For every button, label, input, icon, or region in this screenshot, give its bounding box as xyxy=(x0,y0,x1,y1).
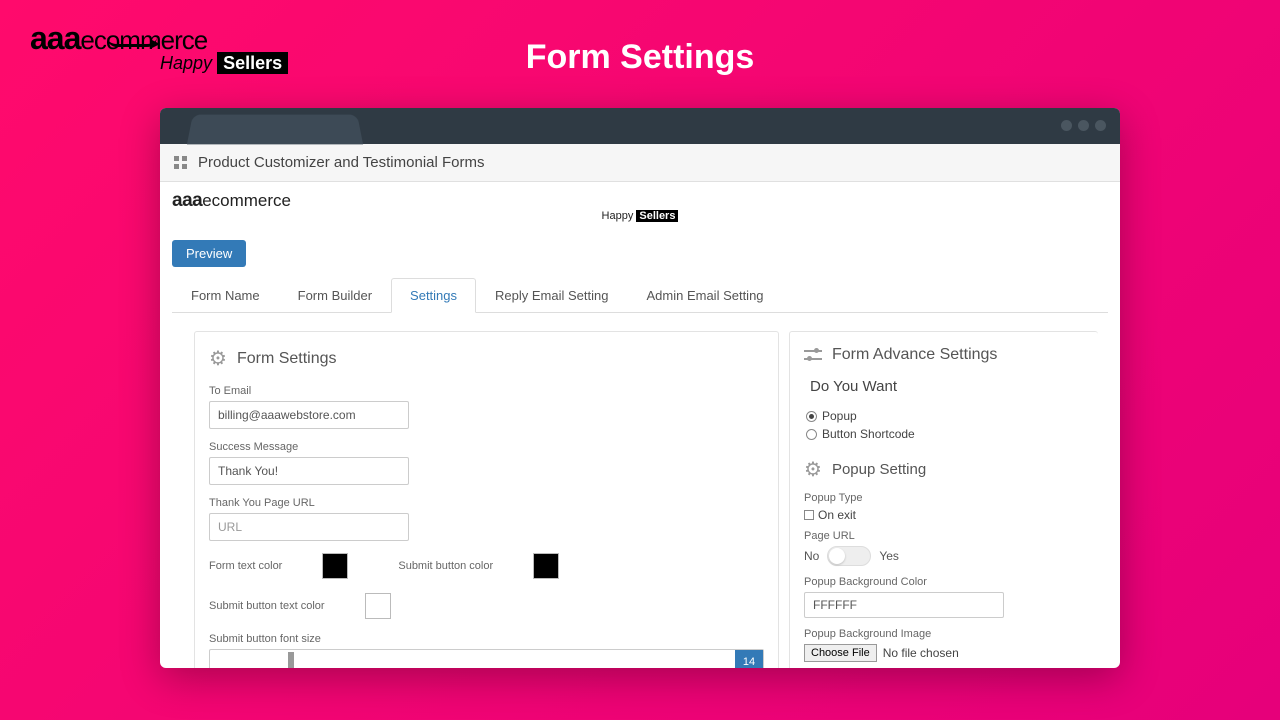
tab-admin-email[interactable]: Admin Email Setting xyxy=(627,278,782,313)
form-settings-title: Form Settings xyxy=(237,350,337,368)
popup-type-label: Popup Type xyxy=(804,492,1092,504)
browser-tab[interactable] xyxy=(187,115,363,145)
popup-bg-color-label: Popup Background Color xyxy=(804,576,1092,588)
success-message-input[interactable] xyxy=(209,457,409,485)
form-text-color-swatch[interactable] xyxy=(322,553,348,579)
preview-button[interactable]: Preview xyxy=(172,240,246,267)
window-controls[interactable] xyxy=(1061,120,1106,131)
popup-bg-image-label: Popup Background Image xyxy=(804,628,1092,640)
radio-shortcode[interactable]: Button Shortcode xyxy=(806,427,1092,441)
to-email-input[interactable] xyxy=(209,401,409,429)
advance-settings-panel: Form Advance Settings Do You Want Popup … xyxy=(789,331,1098,668)
submit-text-color-swatch[interactable] xyxy=(365,593,391,619)
form-settings-panel: ⚙ Form Settings To Email Success Message… xyxy=(194,331,779,668)
form-text-color-label: Form text color xyxy=(209,560,282,572)
font-size-slider[interactable]: 14 xyxy=(209,649,764,668)
app-grid-icon xyxy=(174,156,188,170)
smile-icon xyxy=(107,37,157,47)
inner-brand-logo: aaaecommerce Happy Sellers xyxy=(172,190,1108,222)
font-size-value: 14 xyxy=(735,650,763,668)
browser-window: Product Customizer and Testimonial Forms… xyxy=(160,108,1120,668)
toggle-yes-label: Yes xyxy=(879,549,899,563)
toggle-no-label: No xyxy=(804,549,819,563)
app-title: Product Customizer and Testimonial Forms xyxy=(198,154,485,171)
page-url-toggle[interactable] xyxy=(827,546,871,566)
success-message-label: Success Message xyxy=(209,441,764,453)
radio-popup[interactable]: Popup xyxy=(806,409,1092,423)
to-email-label: To Email xyxy=(209,385,764,397)
app-header: Product Customizer and Testimonial Forms xyxy=(160,144,1120,182)
checkbox-icon xyxy=(804,510,814,520)
thankyou-url-input[interactable] xyxy=(209,513,409,541)
sliders-icon xyxy=(804,348,822,362)
thankyou-url-label: Thank You Page URL xyxy=(209,497,764,509)
brand-logo: aaaecommerce Happy Sellers xyxy=(30,20,288,74)
radio-icon xyxy=(806,411,817,422)
gear-icon: ⚙ xyxy=(209,346,227,371)
slider-handle[interactable] xyxy=(288,652,294,668)
tab-reply-email[interactable]: Reply Email Setting xyxy=(476,278,627,313)
popup-bg-color-input[interactable] xyxy=(804,592,1004,618)
on-exit-checkbox[interactable]: On exit xyxy=(804,508,1092,522)
tab-settings[interactable]: Settings xyxy=(391,278,476,313)
submit-button-color-label: Submit button color xyxy=(398,560,493,572)
logo-sellers: Sellers xyxy=(217,52,288,74)
file-status-text: No file chosen xyxy=(883,646,959,660)
choose-file-button[interactable]: Choose File xyxy=(804,644,877,662)
popup-setting-title: Popup Setting xyxy=(832,461,926,478)
page-url-label: Page URL xyxy=(804,530,1092,542)
tab-form-builder[interactable]: Form Builder xyxy=(279,278,391,313)
tab-bar: Form Name Form Builder Settings Reply Em… xyxy=(172,277,1108,313)
page-title: Form Settings xyxy=(526,38,755,77)
gear-icon: ⚙ xyxy=(804,457,822,482)
submit-text-color-label: Submit button text color xyxy=(209,600,325,612)
font-size-label: Submit button font size xyxy=(209,633,764,645)
logo-happy: Happy xyxy=(160,53,212,73)
do-you-want-heading: Do You Want xyxy=(810,378,1092,395)
tab-form-name[interactable]: Form Name xyxy=(172,278,279,313)
browser-titlebar xyxy=(160,108,1120,144)
submit-button-color-swatch[interactable] xyxy=(533,553,559,579)
radio-icon xyxy=(806,429,817,440)
advance-settings-title: Form Advance Settings xyxy=(832,346,997,364)
logo-aaa: aaa xyxy=(30,20,80,56)
